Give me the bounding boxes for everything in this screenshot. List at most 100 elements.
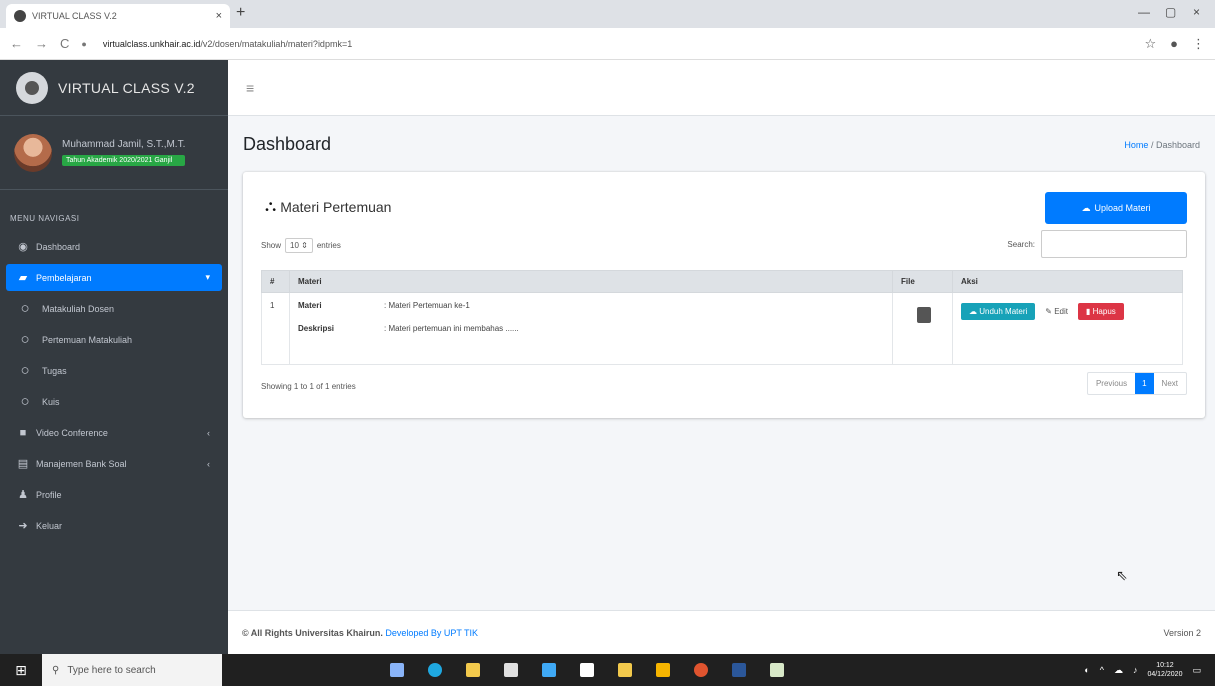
sidebar-item-keluar[interactable]: ➜ Keluar	[6, 512, 222, 539]
tab-title: VIRTUAL CLASS V.2	[32, 11, 117, 21]
dashboard-icon: ◉	[18, 241, 28, 253]
sidebar-item-pembelajaran[interactable]: ▰ Pembelajaran ▾	[6, 264, 222, 291]
sidebar-item-pertemuan-matakuliah[interactable]: ○ Pertemuan Matakuliah	[6, 326, 222, 353]
search-input[interactable]	[1041, 230, 1187, 258]
browser-tab[interactable]: VIRTUAL CLASS V.2 ×	[6, 4, 230, 28]
sidebar-item-profile[interactable]: ♟ Profile	[6, 481, 222, 508]
chrome-icon[interactable]	[656, 663, 670, 677]
windows-start-icon[interactable]: ⊞	[0, 662, 42, 679]
hapus-label: Hapus	[1092, 307, 1116, 316]
cubes-icon: ⛬	[265, 198, 277, 215]
pagination-next[interactable]: Next	[1154, 373, 1186, 394]
edge-icon[interactable]	[428, 663, 442, 677]
breadcrumb-separator: /	[1150, 139, 1154, 150]
upload-label: Upload Materi	[1094, 203, 1151, 213]
brand-logo-icon	[16, 71, 48, 104]
pagination-previous[interactable]: Previous	[1088, 373, 1135, 394]
table-row: 1 Materi : Materi Pertemuan ke-1 Deskrip…	[261, 292, 1183, 365]
user-name[interactable]: Muhammad Jamil, S.T.,M.T.	[62, 139, 185, 150]
entries-label: entries	[316, 241, 341, 250]
notification-icon[interactable]: ▭	[1192, 665, 1201, 676]
sidebar-item-tugas[interactable]: ○ Tugas	[6, 357, 222, 384]
sidebar-item-bank-soal[interactable]: ▤ Manajemen Bank Soal ‹	[6, 450, 222, 477]
clock-date: 04/12/2020	[1147, 671, 1183, 678]
browser-tab-bar: VIRTUAL CLASS V.2 × + — ▢ ×	[0, 0, 1215, 28]
chevron-down-icon: ▾	[205, 272, 210, 282]
entries-select[interactable]: 10 ⇕	[285, 238, 313, 253]
taskbar-search[interactable]: ⚲ Type here to search	[42, 654, 222, 686]
app-icon[interactable]	[770, 663, 784, 677]
profile-icon[interactable]: ●	[1170, 36, 1178, 52]
pagination: Previous 1 Next	[1086, 372, 1187, 395]
sidebar: VIRTUAL CLASS V.2 Muhammad Jamil, S.T.,M…	[0, 60, 228, 654]
url-field[interactable]: virtualclass.unkhair.ac.id/v2/dosen/mata…	[103, 39, 1145, 49]
forward-button[interactable]: →	[35, 36, 48, 51]
unduh-materi-button[interactable]: ☁ Unduh Materi	[961, 303, 1036, 320]
star-icon[interactable]: ☆	[1144, 36, 1156, 52]
app-icon[interactable]	[618, 663, 632, 677]
edit-icon: ✎	[1045, 307, 1052, 316]
chevron-up-icon[interactable]: ^	[1100, 665, 1104, 675]
menu-toggle-icon[interactable]: ≡	[246, 80, 254, 96]
dropbox-icon[interactable]	[580, 663, 594, 677]
sidebar-item-matakuliah-dosen[interactable]: ○ Matakuliah Dosen	[6, 295, 222, 322]
minimize-button[interactable]: —	[1138, 5, 1150, 19]
firefox-icon[interactable]	[694, 663, 708, 677]
circle-icon: ○	[20, 362, 30, 379]
menu-header: MENU NAVIGASI	[10, 214, 80, 223]
show-label: Show	[261, 241, 282, 250]
mail-icon[interactable]	[542, 663, 556, 677]
entries-value: 10	[290, 241, 299, 250]
breadcrumb-home[interactable]: Home	[1124, 140, 1148, 150]
footer-developer[interactable]: Developed By UPT TIK	[385, 628, 478, 638]
card-title: ⛬ Materi Pertemuan	[265, 198, 391, 216]
cloud-download-icon: ☁	[969, 307, 977, 316]
avatar	[14, 133, 52, 172]
close-window-button[interactable]: ×	[1193, 5, 1200, 19]
system-tray: ◐ ^ ☁ ♪ 10:12 04/12/2020 ▭	[1084, 654, 1201, 686]
url-host: virtualclass.unkhair.ac.id	[102, 38, 201, 49]
file-explorer-icon[interactable]	[466, 663, 480, 677]
weather-icon[interactable]: ◐	[1084, 665, 1089, 675]
taskbar-clock[interactable]: 10:12 04/12/2020	[1147, 661, 1182, 679]
network-icon[interactable]: ☁	[1114, 665, 1123, 676]
reload-button[interactable]: C	[60, 36, 69, 51]
task-view-icon[interactable]	[390, 663, 404, 677]
materi-table: # Materi File Aksi 1 Materi : Materi Per…	[261, 270, 1183, 365]
lock-icon: ●	[81, 38, 87, 49]
chevron-left-icon: ‹	[207, 458, 210, 469]
back-button[interactable]: ←	[10, 36, 23, 51]
page-title: Dashboard	[243, 134, 332, 154]
sidebar-item-dashboard[interactable]: ◉ Dashboard	[6, 233, 222, 260]
address-bar: ← → C ● virtualclass.unkhair.ac.id/v2/do…	[0, 28, 1215, 60]
table-header-row: # Materi File Aksi	[261, 270, 1183, 293]
column-header-no[interactable]: #	[261, 270, 290, 293]
clock-time: 10:12	[1156, 662, 1174, 669]
sidebar-item-label: Keluar	[36, 520, 63, 531]
circle-icon: ○	[20, 300, 30, 317]
column-header-file[interactable]: File	[892, 270, 953, 293]
tab-close-icon[interactable]: ×	[216, 10, 222, 22]
sidebar-item-kuis[interactable]: ○ Kuis	[6, 388, 222, 415]
sidebar-item-label: Video Conference	[36, 427, 108, 438]
pagination-page-1[interactable]: 1	[1135, 373, 1154, 394]
sidebar-item-video-conference[interactable]: ■ Video Conference ‹	[6, 419, 222, 446]
materi-cell: Materi : Materi Pertemuan ke-1 Deskripsi…	[289, 292, 893, 365]
file-icon[interactable]	[917, 307, 931, 323]
upload-materi-button[interactable]: ☁ Upload Materi	[1045, 192, 1187, 224]
word-icon[interactable]	[732, 663, 746, 677]
brand-link[interactable]: VIRTUAL CLASS V.2	[0, 60, 228, 116]
breadcrumb: Home / Dashboard	[1124, 140, 1200, 150]
user-panel: Muhammad Jamil, S.T.,M.T. Tahun Akademik…	[0, 116, 228, 190]
volume-icon[interactable]: ♪	[1133, 665, 1138, 675]
hapus-button[interactable]: ▮ Hapus	[1078, 303, 1124, 320]
deskripsi-key: Deskripsi	[298, 324, 335, 333]
edit-button[interactable]: ✎ Edit	[1041, 303, 1072, 320]
more-menu-icon[interactable]: ⋮	[1192, 36, 1205, 52]
book-icon: ▰	[18, 272, 28, 284]
column-header-aksi[interactable]: Aksi	[952, 270, 1183, 293]
column-header-materi[interactable]: Materi	[289, 270, 893, 293]
new-tab-button[interactable]: +	[236, 4, 245, 22]
maximize-button[interactable]: ▢	[1165, 5, 1176, 19]
store-icon[interactable]	[504, 663, 518, 677]
